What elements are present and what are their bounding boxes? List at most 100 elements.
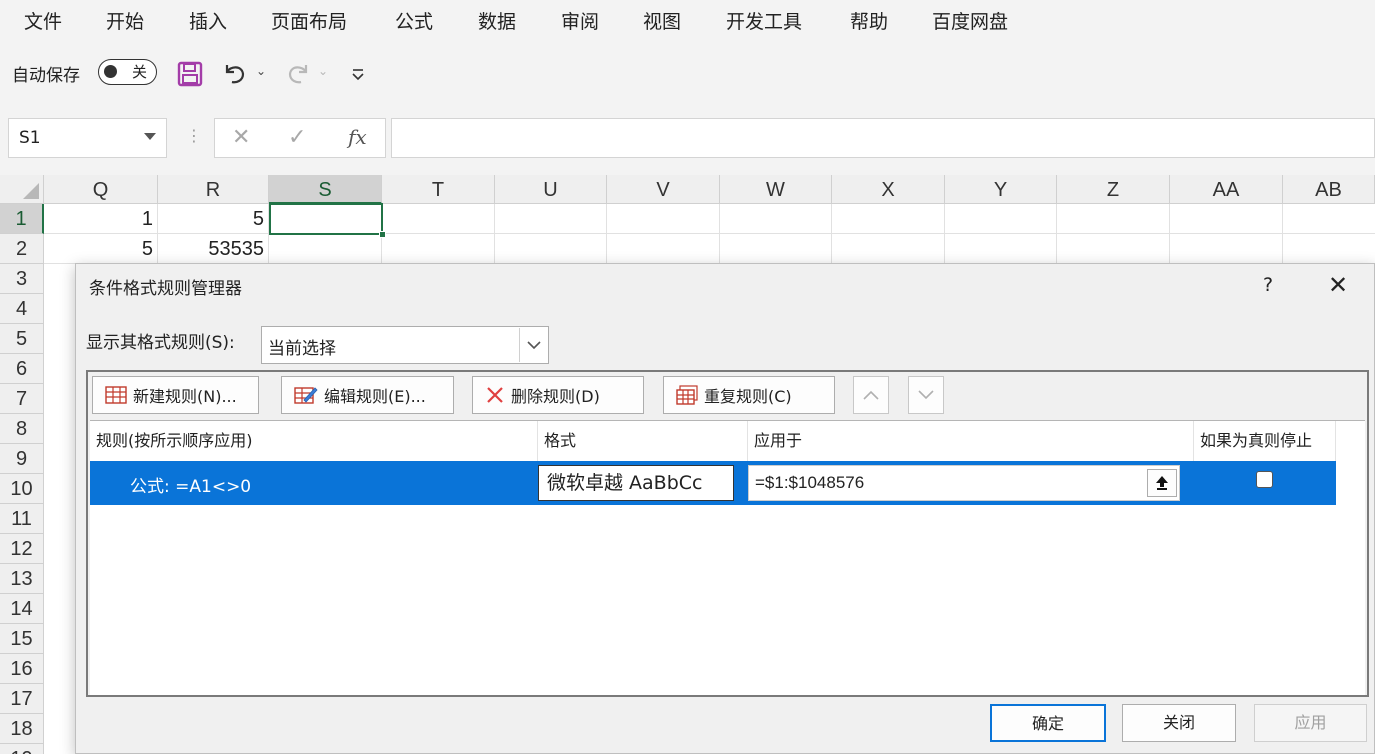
ribbon-tabs: 文件 开始 插入 页面布局 公式 数据 审阅 视图 开发工具 帮助 百度网盘 (0, 0, 1375, 44)
column-applies-to: 应用于 (748, 421, 1194, 461)
redo-dropdown-icon[interactable]: ⌄ (318, 64, 328, 78)
row-header-1[interactable]: 1 (0, 204, 44, 234)
row-header-3[interactable]: 3 (0, 264, 44, 294)
format-preview: 微软卓越 AaBbCc (538, 465, 734, 501)
tab-data[interactable]: 数据 (478, 7, 516, 34)
column-header-s[interactable]: S (269, 175, 382, 204)
formula-bar-grip: ⋮ (186, 126, 202, 145)
row-header-14[interactable]: 14 (0, 594, 44, 624)
column-header-v[interactable]: V (607, 175, 720, 204)
column-header-w[interactable]: W (720, 175, 832, 204)
row-header-11[interactable]: 11 (0, 504, 44, 534)
conditional-formatting-dialog: 条件格式规则管理器 ? ✕ 显示其格式规则(S): 当前选择 新建规则(N)..… (75, 263, 1375, 754)
close-button[interactable]: 关闭 (1122, 704, 1236, 742)
row-header-16[interactable]: 16 (0, 654, 44, 684)
row-header-2[interactable]: 2 (0, 234, 44, 264)
move-up-icon[interactable] (853, 376, 889, 414)
apply-button[interactable]: 应用 (1254, 704, 1367, 742)
edit-table-icon (294, 385, 318, 405)
column-header-t[interactable]: T (382, 175, 495, 204)
column-header-z[interactable]: Z (1057, 175, 1170, 204)
save-icon[interactable] (176, 60, 204, 88)
help-button[interactable]: ? (1263, 274, 1273, 296)
ok-button[interactable]: 确定 (990, 704, 1106, 742)
tab-help[interactable]: 帮助 (850, 7, 888, 34)
row-header-9[interactable]: 9 (0, 444, 44, 474)
edit-rule-label: 编辑规则(E)... (324, 387, 426, 406)
insert-function-button[interactable]: fx (348, 125, 367, 149)
redo-icon[interactable] (284, 60, 312, 88)
new-rule-button[interactable]: 新建规则(N)... (92, 376, 259, 414)
tab-page-layout[interactable]: 页面布局 (271, 7, 347, 34)
undo-icon[interactable] (221, 60, 249, 88)
tab-formulas[interactable]: 公式 (395, 7, 433, 34)
excel-window: 文件 开始 插入 页面布局 公式 数据 审阅 视图 开发工具 帮助 百度网盘 自… (0, 0, 1375, 754)
autosave-label: 自动保存 (12, 66, 80, 86)
column-header-u[interactable]: U (495, 175, 607, 204)
row-header-17[interactable]: 17 (0, 684, 44, 714)
autosave-toggle[interactable]: 关 (98, 59, 157, 85)
new-rule-label: 新建规则(N)... (133, 387, 237, 406)
tab-home[interactable]: 开始 (106, 7, 144, 34)
column-format: 格式 (538, 421, 748, 461)
row-header-6[interactable]: 6 (0, 354, 44, 384)
row-header-4[interactable]: 4 (0, 294, 44, 324)
customize-qat-icon[interactable] (344, 60, 372, 88)
move-down-icon[interactable] (908, 376, 944, 414)
cell-r1[interactable]: 5 (158, 204, 268, 234)
active-cell-s1[interactable] (269, 203, 383, 235)
tab-review[interactable]: 审阅 (561, 7, 599, 34)
dialog-title: 条件格式规则管理器 (89, 279, 242, 299)
cancel-icon[interactable]: ✕ (232, 125, 250, 150)
show-rules-select[interactable]: 当前选择 (261, 326, 549, 364)
delete-rule-button[interactable]: 删除规则(D) (472, 376, 644, 414)
column-header-q[interactable]: Q (44, 175, 158, 204)
name-box-value: S1 (19, 128, 41, 148)
enter-icon[interactable]: ✓ (288, 125, 306, 150)
rule-row[interactable]: 公式: =A1<>0 微软卓越 AaBbCc =$1:$1048576 (90, 461, 1336, 505)
cell-q1[interactable]: 1 (44, 204, 157, 234)
rules-table: 规则(按所示顺序应用) 格式 应用于 如果为真则停止 公式: =A1<>0 微软… (90, 420, 1365, 695)
delete-rule-label: 删除规则(D) (511, 387, 600, 406)
row-header-10[interactable]: 10 (0, 474, 44, 504)
tab-baidu-netdisk[interactable]: 百度网盘 (932, 7, 1008, 34)
select-all-triangle (23, 183, 39, 199)
row-header-15[interactable]: 15 (0, 624, 44, 654)
row-header-7[interactable]: 7 (0, 384, 44, 414)
cell-r2[interactable]: 53535 (158, 234, 268, 264)
applies-to-value: =$1:$1048576 (755, 473, 865, 492)
formula-input[interactable] (391, 118, 1375, 158)
close-icon[interactable]: ✕ (1328, 271, 1348, 299)
collapse-dialog-icon[interactable] (1147, 469, 1177, 497)
row-header-18[interactable]: 18 (0, 714, 44, 744)
autosave-state: 关 (132, 63, 148, 81)
chevron-down-icon[interactable] (519, 328, 547, 362)
undo-dropdown-icon[interactable]: ⌄ (256, 64, 266, 78)
edit-rule-button[interactable]: 编辑规则(E)... (281, 376, 454, 414)
tab-view[interactable]: 视图 (643, 7, 681, 34)
applies-to-input[interactable]: =$1:$1048576 (748, 465, 1180, 501)
stop-if-true-checkbox[interactable] (1256, 471, 1273, 488)
row-header-13[interactable]: 13 (0, 564, 44, 594)
row-header-5[interactable]: 5 (0, 324, 44, 354)
column-header-aa[interactable]: AA (1170, 175, 1283, 204)
chevron-down-icon[interactable] (144, 133, 156, 140)
column-rule: 规则(按所示顺序应用) (90, 421, 538, 461)
cell-q2[interactable]: 5 (44, 234, 157, 264)
column-header-r[interactable]: R (158, 175, 269, 204)
column-header-x[interactable]: X (832, 175, 945, 204)
row-header-8[interactable]: 8 (0, 414, 44, 444)
name-box[interactable]: S1 (8, 118, 167, 158)
tab-insert[interactable]: 插入 (189, 7, 227, 34)
select-all-button[interactable] (0, 175, 44, 204)
rule-description: 公式: =A1<>0 (130, 477, 252, 497)
row-header-19[interactable]: 19 (0, 744, 44, 754)
column-header-ab[interactable]: AB (1283, 175, 1375, 204)
fill-handle[interactable] (379, 231, 386, 238)
column-header-y[interactable]: Y (945, 175, 1057, 204)
tab-file[interactable]: 文件 (24, 7, 62, 34)
tab-developer[interactable]: 开发工具 (726, 7, 802, 34)
duplicate-rule-button[interactable]: 重复规则(C) (663, 376, 835, 414)
duplicate-rule-label: 重复规则(C) (704, 387, 792, 406)
row-header-12[interactable]: 12 (0, 534, 44, 564)
